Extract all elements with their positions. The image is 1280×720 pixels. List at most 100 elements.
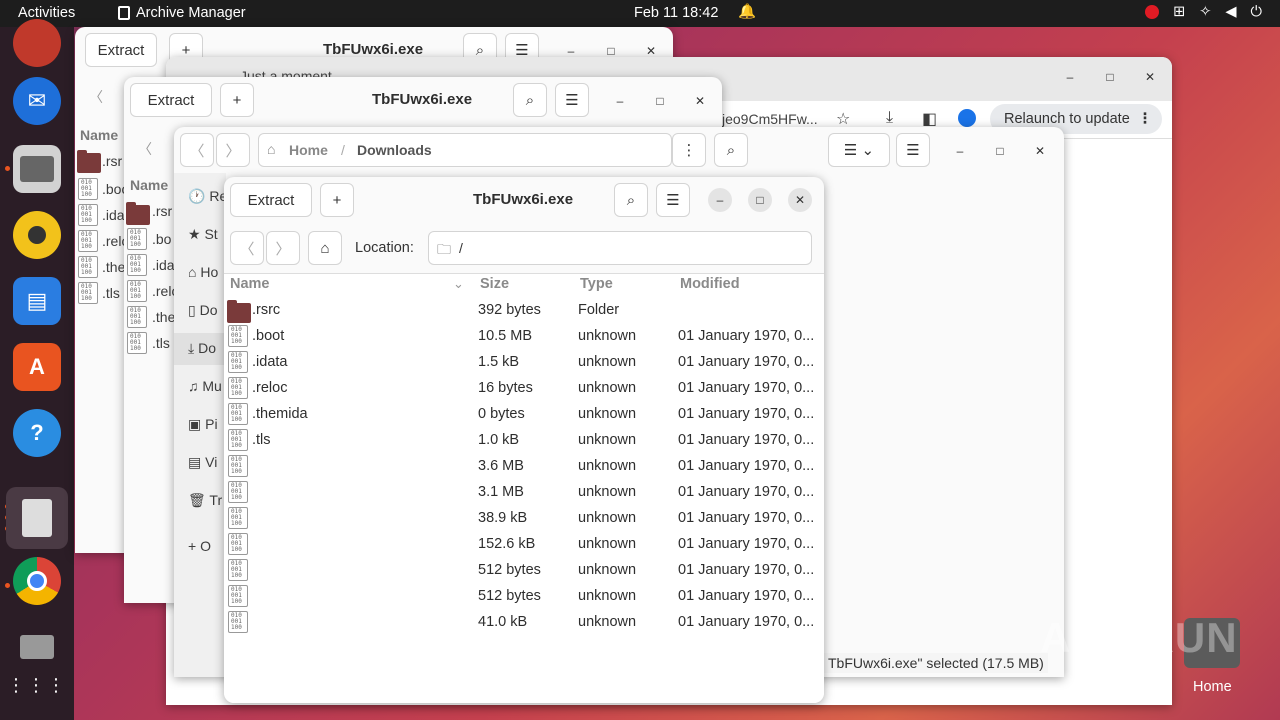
extract-button[interactable]: Extract [130,83,212,117]
path-bar[interactable]: ⌂ Home / Downloads [258,133,672,167]
close-button[interactable]: ✕ [688,89,712,113]
thunderbird-icon[interactable]: ✉ [13,77,61,125]
sidebar-videos[interactable]: ▤ Vi [188,454,217,471]
view-toggle-button[interactable]: ☰ ⌄ [828,133,890,167]
forward-button[interactable]: 〉 [266,231,300,265]
help-icon[interactable]: ? [13,409,61,457]
add-button[interactable]: + [320,183,354,217]
running-indicator [5,583,10,588]
bell-icon[interactable]: 🔔 [738,3,756,20]
maximize-button[interactable]: □ [988,139,1012,163]
recording-icon [1145,5,1160,19]
breadcrumb-current[interactable]: Downloads [357,142,432,158]
column-size[interactable]: Size [480,276,509,292]
extract-button[interactable]: Extract [230,183,312,217]
location-field[interactable]: 🗀 / [428,231,812,265]
writer-icon[interactable]: ▤ [13,277,61,325]
folder-icon [227,300,251,323]
table-row[interactable]: 010 001 100 3.1 MB unknown 01 January 19… [225,480,823,506]
binary-file-icon: 010 001 100 [127,254,147,276]
search-button[interactable]: ⌕ [714,133,748,167]
table-row[interactable]: 010 001 100 38.9 kB unknown 01 January 1… [225,506,823,532]
system-tray[interactable]: ⊞ ✧ ◀ ⏻ [1145,4,1262,20]
column-modified[interactable]: Modified [680,276,740,292]
table-row[interactable]: 010 001 100 .themida 0 bytes unknown 01 … [225,402,823,428]
table-row[interactable]: 010 001 100 .boot 10.5 MB unknown 01 Jan… [225,324,823,350]
menu-button[interactable]: ☰ [896,133,930,167]
sidebar-trash[interactable]: 🗑 Tr [188,492,222,509]
ubuntu-icon[interactable] [13,19,61,67]
sidebar-documents[interactable]: ▯ Do [188,302,218,319]
chrome-icon[interactable] [13,557,61,605]
table-row[interactable]: 010 001 100 .idata 1.5 kB unknown 01 Jan… [225,350,823,376]
breadcrumb-home[interactable]: Home [289,142,328,158]
back-icon[interactable]: 〈 [138,139,152,159]
table-row[interactable]: 010 001 100 41.0 kB unknown 01 January 1… [225,610,823,636]
table-row[interactable]: .rsrc 392 bytes Folder [225,298,823,324]
cell-type: unknown [578,328,637,344]
sidebar-other[interactable]: + O [188,538,211,554]
table-row[interactable]: 010 001 100 .tls 1.0 kB unknown 01 Janua… [225,428,823,454]
anyrun-watermark: ANY RUN [1040,614,1238,661]
back-icon[interactable]: 〈 [89,87,103,107]
cell-modified: 01 January 1970, 0... [678,406,815,422]
clock[interactable]: Feb 11 18:42 [634,5,718,21]
rhythmbox-icon[interactable] [13,211,61,259]
cell-modified: 01 January 1970, 0... [678,614,815,630]
table-row[interactable]: 010 001 100 152.6 kB unknown 01 January … [225,532,823,558]
close-button[interactable]: ✕ [1028,139,1052,163]
app-menu[interactable]: Archive Manager [118,5,246,21]
minimize-button[interactable]: – [608,89,632,113]
sidebar-pictures[interactable]: ▣ Pi [188,416,218,433]
search-button[interactable]: ⌕ [513,83,547,117]
maximize-button[interactable]: □ [648,89,672,113]
close-button[interactable]: ✕ [788,188,812,212]
star-icon[interactable]: ☆ [836,109,850,129]
close-button[interactable]: ✕ [1138,65,1162,89]
sidebar-starred[interactable]: ★ St [188,226,218,243]
apps-grid-icon[interactable]: ⋮⋮⋮ [7,661,65,709]
cell-type: unknown [578,380,637,396]
maximize-button[interactable]: □ [1098,65,1122,89]
cell-size: 0 bytes [478,406,525,422]
column-name[interactable]: Name [230,276,270,292]
sidebar-music[interactable]: ♫ Mu [188,378,222,394]
maximize-button[interactable]: □ [748,188,772,212]
column-type[interactable]: Type [580,276,613,292]
forward-button[interactable]: 〉 [216,133,250,167]
sidebar-recent[interactable]: 🕐 Re [188,188,227,205]
item-name: .tls [102,285,120,301]
sidepanel-icon[interactable]: ◧ [922,109,937,129]
table-row[interactable]: 010 001 100 512 bytes unknown 01 January… [225,584,823,610]
download-icon[interactable]: ⤓ [886,109,893,127]
add-button[interactable]: + [220,83,254,117]
item-name: .tls [152,335,170,351]
minimize-button[interactable]: – [1058,65,1082,89]
menu-button[interactable]: ☰ [656,183,690,217]
back-button[interactable]: 〈 [180,133,214,167]
table-row[interactable]: 010 001 100 512 bytes unknown 01 January… [225,558,823,584]
archive-icon[interactable] [6,487,68,549]
table-row[interactable]: 010 001 100 .reloc 16 bytes unknown 01 J… [225,376,823,402]
home-button[interactable]: ⌂ [308,231,342,265]
binary-file-icon: 010 001 100 [228,325,248,347]
cell-size: 16 bytes [478,380,533,396]
table-row[interactable]: 010 001 100 3.6 MB unknown 01 January 19… [225,454,823,480]
cell-modified: 01 January 1970, 0... [678,458,815,474]
sidebar-downloads[interactable]: ⤓ Do [188,340,216,357]
path-menu-button[interactable]: ⋮ [672,133,706,167]
minimize-button[interactable]: – [948,139,972,163]
menu-button[interactable]: ☰ [555,83,589,117]
minimize-button[interactable]: – [708,188,732,212]
sidebar-label: Do [199,302,218,318]
profile-icon[interactable] [958,109,976,127]
cell-type: unknown [578,588,637,604]
extract-button[interactable]: Extract [85,33,157,67]
sidebar-home[interactable]: ⌂ Ho [188,264,218,280]
binary-file-icon: 010 001 100 [78,178,98,200]
search-button[interactable]: ⌕ [614,183,648,217]
software-icon[interactable]: A [13,343,61,391]
activities-button[interactable]: Activities [18,5,75,21]
files-icon[interactable] [13,145,61,193]
back-button[interactable]: 〈 [230,231,264,265]
